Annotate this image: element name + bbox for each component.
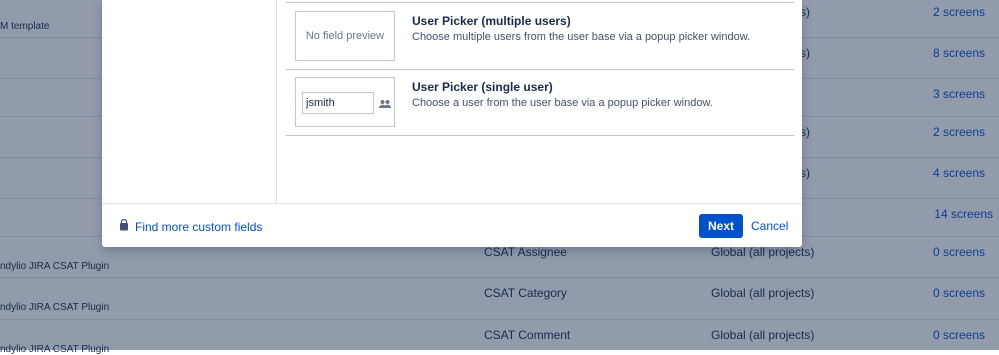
field-type-user-picker-multiple[interactable]: No field preview User Picker (multiple u… [286,2,794,70]
field-preview: jsmith [295,77,395,127]
no-preview-label: No field preview [305,30,385,42]
field-type-title: User Picker (multiple users) [412,14,571,28]
dialog-footer: Find more custom fields Next Cancel [102,203,802,248]
field-type-title: User Picker (single user) [412,80,553,94]
preview-user-input: jsmith [302,92,374,114]
field-preview: No field preview [295,11,395,61]
cancel-button[interactable]: Cancel [751,219,788,233]
field-type-list: No field preview User Picker (multiple u… [286,0,794,203]
field-type-description: Choose a user from the user base via a p… [412,97,713,109]
field-type-description: Choose multiple users from the user base… [412,31,751,43]
field-type-user-picker-single[interactable]: jsmith User Picker (single user) Choose … [286,69,794,136]
find-more-label: Find more custom fields [135,219,263,234]
add-custom-field-dialog: No field preview User Picker (multiple u… [102,0,802,247]
next-button[interactable]: Next [699,214,743,238]
shopping-bag-icon [119,218,135,234]
users-icon [378,97,392,109]
dialog-sidebar [102,0,277,203]
find-more-custom-fields-link[interactable]: Find more custom fields [119,218,263,234]
